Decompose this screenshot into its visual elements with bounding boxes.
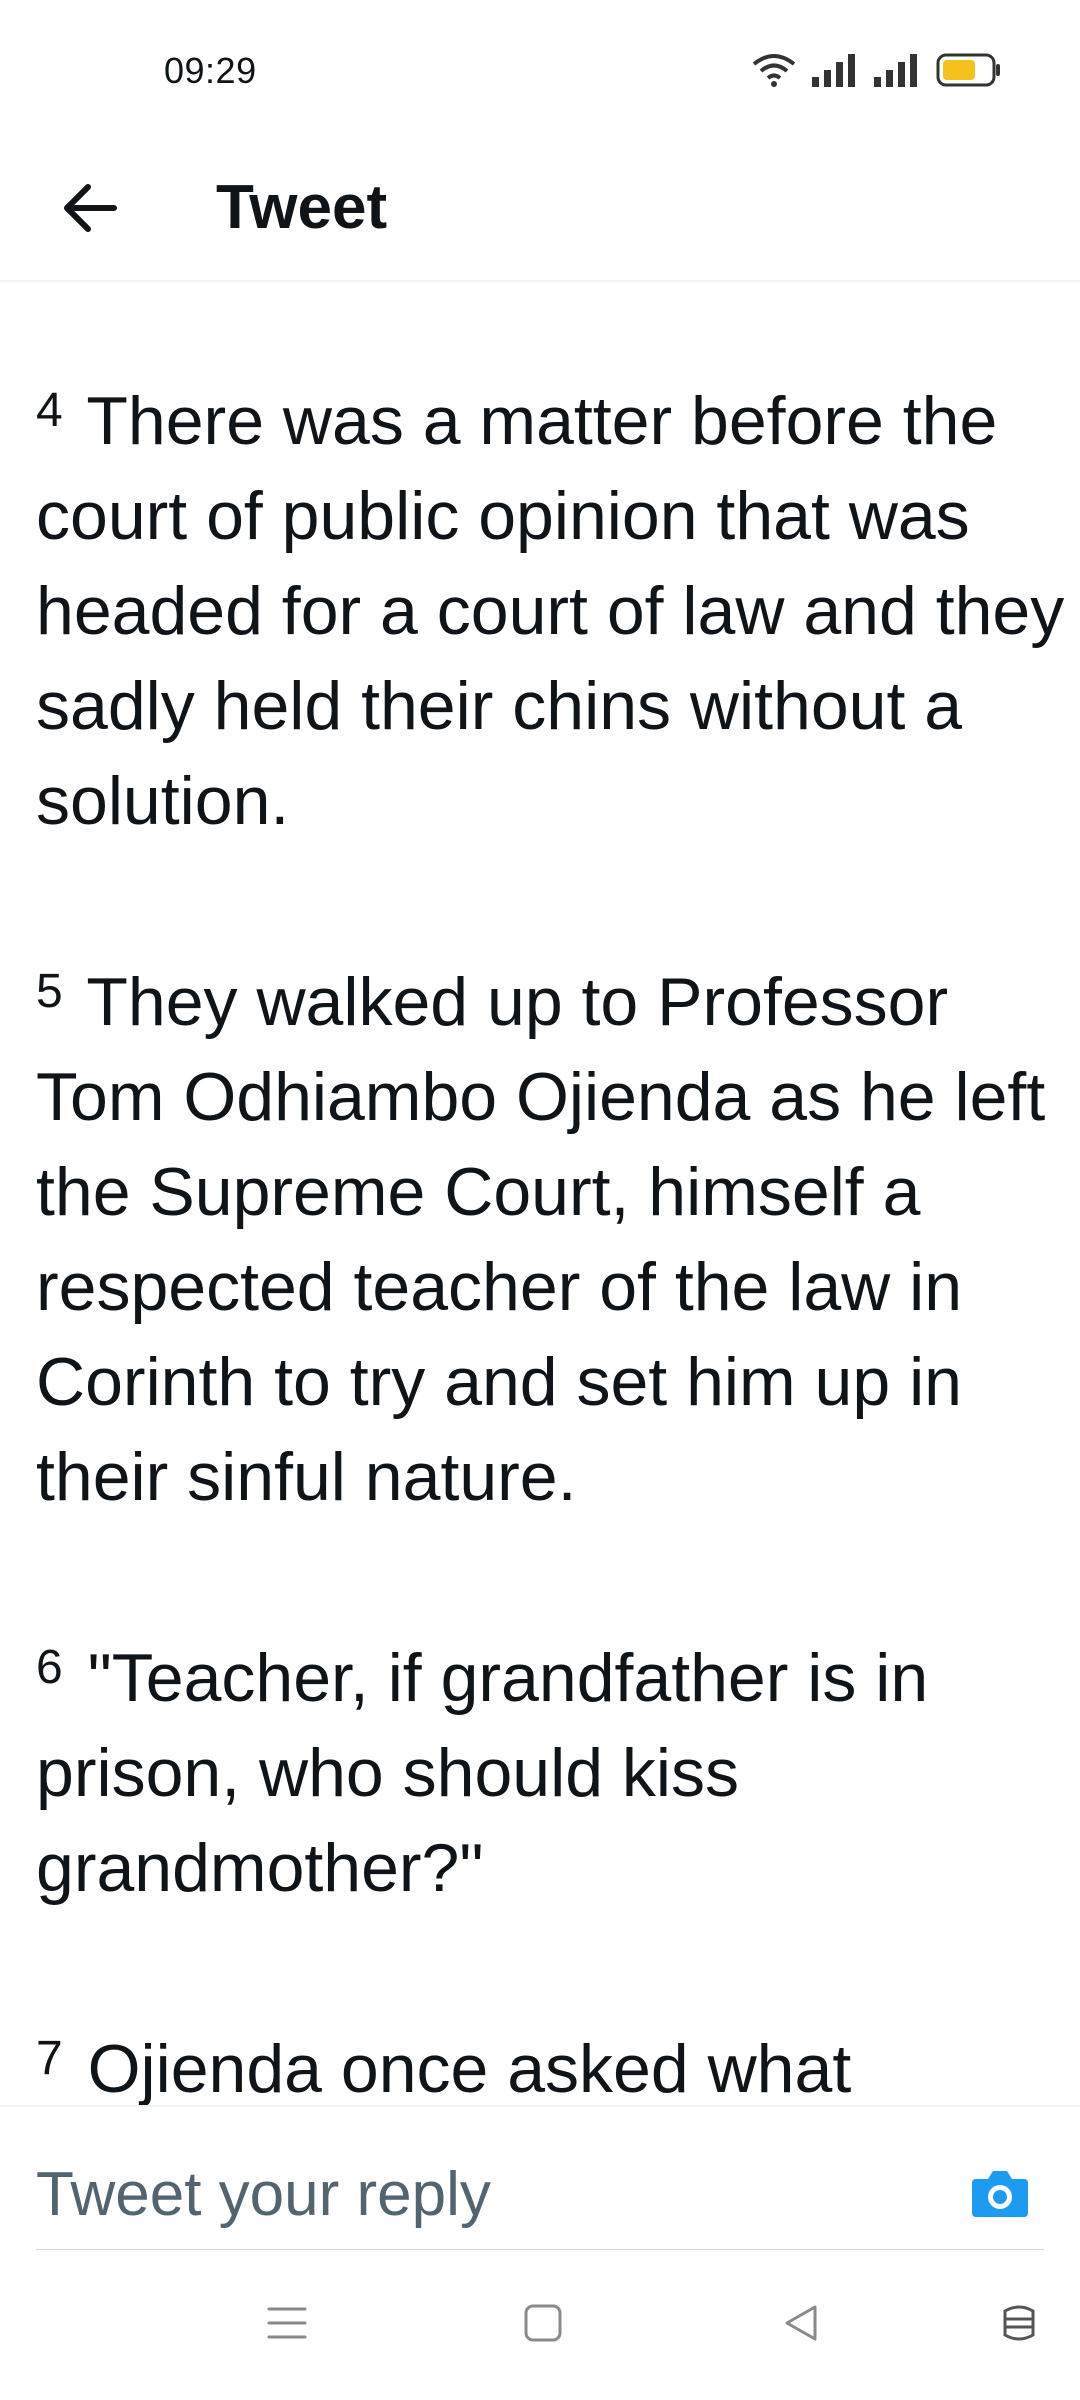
page-title: Tweet [216,173,388,242]
back-nav-button[interactable] [766,2290,836,2360]
paragraph-text: Ojienda once asked what [87,2031,852,2105]
arrow-left-icon [62,183,118,238]
wifi-icon [752,52,796,93]
tweet-paragraph: 5 They walked up to Professor Tom Odhiam… [36,944,1066,1525]
reply-input[interactable]: Tweet your reply [36,2155,491,2235]
verse-number: 4 [36,384,63,437]
home-square-icon [523,2303,563,2348]
signal-icon [812,53,858,92]
reply-bar: Tweet your reply [0,2105,1080,2252]
battery-icon [936,53,1002,92]
menu-icon [267,2305,307,2346]
status-bar: 09:29 [0,0,1080,140]
system-nav-bar [0,2250,1080,2400]
status-icons [752,52,1002,93]
signal-icon [874,53,920,92]
camera-button[interactable] [964,2159,1036,2231]
tweet-paragraph: 7 Ojienda once asked what [36,2011,1066,2105]
verse-number: 7 [36,2032,63,2085]
menu-button[interactable] [252,2290,322,2360]
tweet-paragraph: 4 There was a matter before the court of… [36,363,1066,849]
assistant-button[interactable] [984,2290,1054,2360]
assistant-icon [997,2301,1041,2350]
verse-number: 5 [36,965,63,1018]
verse-number: 6 [36,1641,63,1694]
header: Tweet [0,140,1080,282]
paragraph-text: They walked up to Professor Tom Odhiambo… [36,964,1046,1515]
tweet-paragraph: 6 "Teacher, if grandfather is in prison,… [36,1620,1066,1916]
status-time: 09:29 [164,50,257,91]
camera-icon [970,2167,1030,2224]
tweet-text: 4 There was a matter before the court of… [36,363,1066,2105]
back-triangle-icon [781,2303,821,2348]
back-button[interactable] [50,170,130,250]
paragraph-text: "Teacher, if grandfather is in prison, w… [36,1640,929,1906]
tweet-content[interactable]: 4 There was a matter before the court of… [0,283,1080,2105]
home-button[interactable] [508,2290,578,2360]
paragraph-text: There was a matter before the court of p… [36,383,1065,839]
